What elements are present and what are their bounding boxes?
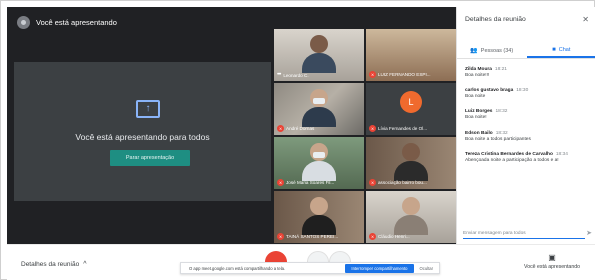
send-icon[interactable]: ➤ [586,229,592,237]
presentation-pane: ↑ Você está apresentando para todos Para… [14,62,271,201]
sender-name: Zilda Moura [465,67,492,72]
meeting-details-toggle[interactable]: Detalhes da reunião ^ [21,261,86,268]
chat-input[interactable]: Enviar mensagem para todos [463,229,585,239]
chevron-up-icon: ^ [83,261,87,268]
toast-text: O app meet.google.com está compartilhand… [189,265,286,271]
participant-photo [402,143,420,161]
stop-sharing-button[interactable]: Interromper compartilhamento [345,263,414,273]
mic-off-icon: ⨯ [369,71,376,78]
participant-avatar: L [400,91,422,113]
message-time: 18:32 [495,109,508,115]
participant-tile[interactable]: ⨯ Cláudio Henri... [366,191,456,243]
mic-off-icon: ⨯ [277,179,284,186]
chat-message: Zilda Moura 18:21 Boa noite!!! [465,67,593,79]
screen-share-toast: O app meet.google.com está compartilhand… [180,262,440,274]
message-text: Abençoada noite a participação a todos e… [465,157,559,163]
tab-chat-label: Chat [558,46,571,53]
close-icon[interactable]: ✕ [582,15,589,24]
presentation-message: Você está apresentando para todos [75,132,210,142]
message-time: 18:30 [516,88,529,94]
chat-messages: Zilda Moura 18:21 Boa noite!!! carlos gus… [465,67,593,173]
user-avatar [17,15,30,29]
participant-photo [310,35,328,53]
meeting-details-panel: Detalhes da reunião ✕ 👥 Pessoas (34) ■ Cha… [456,7,595,244]
message-text: Boa noite a todos participantes [465,136,531,142]
sender-name: Tereza Cristina Bernardes de Carvalho [465,151,553,157]
chat-message: Tereza Cristina Bernardes de Carvalho 18:… [465,152,593,164]
sender-name: Edson Bailo [465,130,493,136]
tab-chat[interactable]: ■ Chat [526,43,595,58]
presenting-label: Você está apresentando [36,17,117,27]
meeting-stage: Você está apresentando ↑ Você está apres… [7,7,456,244]
panel-title: Detalhes da reunião [465,16,526,23]
participant-name: André Dornas [286,126,315,131]
chat-message: Edson Bailo 18:32 Boa noite a todos parti… [465,131,593,143]
participant-name: Leonardo C. [283,72,309,78]
present-screen-icon: ↑ [136,100,160,118]
chat-message: carlos gustavo braga 18:30 Boa noite [465,88,593,100]
participant-name: associação bairro bou... [378,180,427,185]
participant-name: Cláudio Henri... [378,234,410,239]
stop-presenting-button[interactable]: Parar apresentação [110,150,190,166]
more-options-icon[interactable]: ••• [277,72,281,78]
mic-off-icon: ⨯ [369,125,376,132]
meeting-details-label: Detalhes da reunião [21,261,80,268]
panel-tabs: 👥 Pessoas (34) ■ Chat [457,43,595,59]
mic-off-icon: ⨯ [369,179,376,186]
tab-people[interactable]: 👥 Pessoas (34) [457,43,527,58]
tab-people-label: Pessoas (34) [480,47,514,54]
people-icon: 👥 [470,48,478,54]
sender-name: Luiz Borges [465,109,493,115]
participant-photo [310,197,328,215]
participant-tile[interactable]: L ⨯ Lívia Fernandes de Ol... [366,83,456,135]
participant-tile[interactable]: ⨯ José Maria Soares Fil... [274,137,364,189]
chat-message: Luiz Borges 18:32 Boa noite! [465,109,593,121]
message-text: Boa noite [465,94,486,100]
mic-off-icon: ⨯ [277,233,284,240]
presenting-topbar: Você está apresentando [17,13,117,31]
message-text: Boa noite! [465,115,487,121]
message-time: 18:21 [494,67,507,72]
present-icon: ▣ [548,253,556,262]
message-time: 18:34 [555,151,568,157]
mic-off-icon: ⨯ [369,233,376,240]
participant-tiles: ••• Leonardo C. ⨯ LUIZ FERNANDO ESPI... ⨯ A… [274,29,456,244]
participant-name: LUIZ FERNANDO ESPI... [378,72,431,77]
message-text: Boa noite!!! [465,73,490,78]
participant-tile[interactable]: ⨯ André Dornas [274,83,364,135]
participant-photo [402,197,420,215]
participant-tile[interactable]: ⨯ associação bairro bou... [366,137,456,189]
chat-icon: ■ [552,46,556,53]
participant-name: TAINÁ SANTOS PEREI... [286,234,339,239]
sender-name: carlos gustavo braga [465,88,514,94]
present-now-button[interactable]: ▣ Você está apresentando [517,253,587,270]
present-now-label: Você está apresentando [524,264,580,270]
participant-name: José Maria Soares Fil... [286,180,335,185]
participant-tile[interactable]: ⨯ LUIZ FERNANDO ESPI... [366,29,456,81]
message-time: 18:32 [495,130,508,136]
hide-button[interactable]: Ocultar [420,266,434,271]
mic-off-icon: ⨯ [277,125,284,132]
participant-tile[interactable]: ••• Leonardo C. [274,29,364,81]
participant-tile[interactable]: ⨯ TAINÁ SANTOS PEREI... [274,191,364,243]
participant-name: Lívia Fernandes de Ol... [378,126,428,131]
